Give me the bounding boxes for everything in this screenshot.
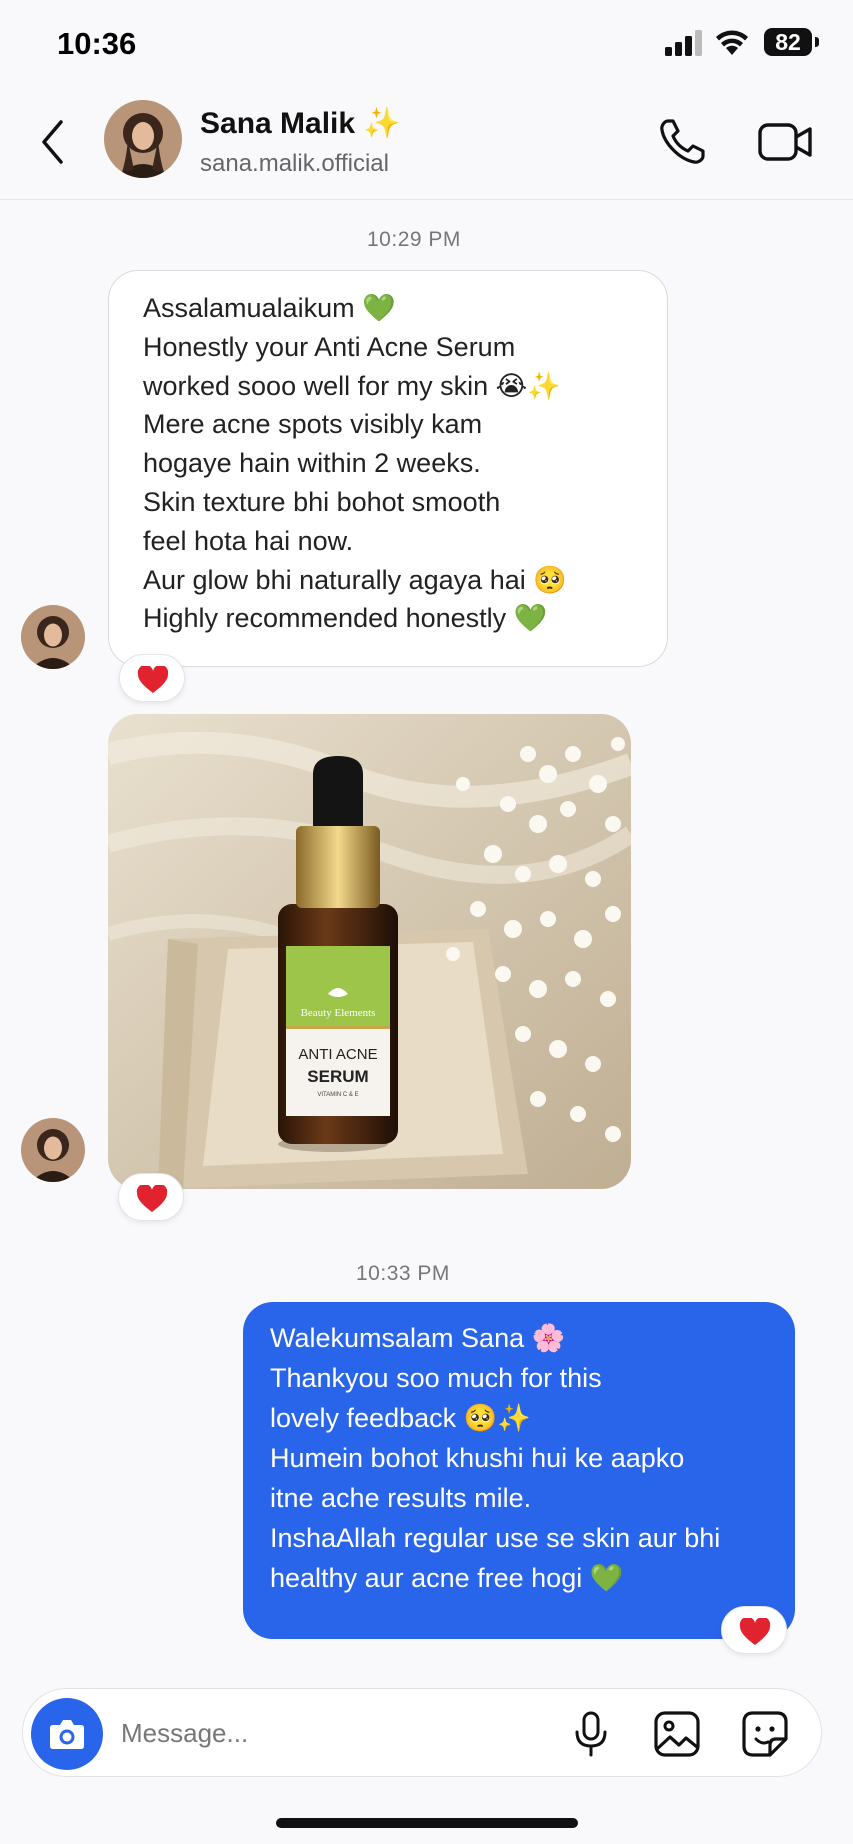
contact-handle: sana.malik.official bbox=[200, 150, 389, 177]
sender-avatar[interactable] bbox=[21, 605, 85, 669]
message-line: Assalamualaikum 💚 bbox=[143, 293, 396, 323]
contact-name[interactable]: Sana Malik ✨ bbox=[200, 106, 401, 141]
camera-icon bbox=[50, 1720, 84, 1749]
message-line: Honestly your Anti Acne Serum bbox=[143, 331, 516, 362]
message-line: healthy aur acne free hogi 💚 bbox=[270, 1563, 624, 1593]
message-line: Aur glow bhi naturally agaya hai 🥺 bbox=[143, 564, 567, 595]
phone-icon[interactable] bbox=[655, 115, 709, 169]
incoming-message-bubble[interactable]: Assalamualaikum 💚 Honestly your Anti Acn… bbox=[108, 270, 668, 667]
message-line: itne ache results mile. bbox=[270, 1483, 532, 1513]
message-line: Mere acne spots visibly kam bbox=[143, 409, 483, 440]
message-line: InshaAllah regular use se skin aur bhi bbox=[270, 1523, 721, 1553]
status-time: 10:36 bbox=[57, 26, 137, 61]
contact-avatar[interactable] bbox=[104, 100, 182, 178]
message-line: Humein bohot khushi hui ke aapko bbox=[270, 1443, 685, 1473]
sender-avatar[interactable] bbox=[21, 1118, 85, 1182]
product-name-line2: SERUM bbox=[307, 1067, 368, 1086]
battery-icon: 82 bbox=[764, 28, 819, 56]
battery-level: 82 bbox=[775, 29, 801, 55]
microphone-icon[interactable] bbox=[566, 1709, 616, 1759]
status-bar: 10:36 82 bbox=[0, 0, 853, 90]
message-line: Walekumsalam Sana 🌸 bbox=[270, 1323, 566, 1353]
camera-button[interactable] bbox=[31, 1698, 103, 1770]
product-photo[interactable]: Beauty Elements ANTI ACNE SERUM VITAMIN … bbox=[108, 714, 631, 1189]
message-line: Thankyou soo much for this bbox=[270, 1363, 602, 1393]
message-line: Skin texture bhi bohot smooth bbox=[143, 486, 501, 517]
chat-header: Sana Malik ✨ sana.malik.official bbox=[0, 90, 853, 200]
home-indicator bbox=[276, 1818, 578, 1828]
product-brand: Beauty Elements bbox=[301, 1007, 376, 1019]
message-timestamp: 10:33 PM bbox=[356, 1262, 450, 1285]
reaction-heart[interactable] bbox=[118, 1173, 184, 1221]
wifi-icon bbox=[716, 30, 748, 55]
message-composer bbox=[22, 1688, 822, 1777]
reaction-heart[interactable] bbox=[721, 1606, 787, 1654]
reaction-heart[interactable] bbox=[119, 654, 185, 702]
video-call-icon[interactable] bbox=[756, 117, 814, 167]
product-name-line3: VITAMIN C & E bbox=[317, 1092, 358, 1098]
product-name-line1: ANTI ACNE bbox=[298, 1046, 377, 1063]
sticker-icon[interactable] bbox=[740, 1709, 790, 1759]
heart-icon bbox=[137, 666, 169, 693]
outgoing-message-bubble[interactable]: Walekumsalam Sana 🌸 Thankyou soo much fo… bbox=[243, 1302, 795, 1639]
message-line: lovely feedback 🥺✨ bbox=[270, 1403, 531, 1433]
cellular-signal-icon bbox=[665, 30, 702, 56]
heart-icon bbox=[136, 1185, 168, 1212]
message-line: worked sooo well for my skin 😭✨ bbox=[143, 370, 561, 401]
message-line: feel hota hai now. bbox=[143, 525, 354, 556]
message-input[interactable] bbox=[121, 1713, 471, 1753]
heart-icon bbox=[739, 1618, 771, 1645]
back-arrow-icon[interactable] bbox=[36, 116, 70, 168]
gallery-icon[interactable] bbox=[652, 1709, 702, 1759]
message-timestamp: 10:29 PM bbox=[367, 228, 461, 251]
message-line: Highly recommended honestly 💚 bbox=[143, 603, 548, 634]
message-line: hogaye hain within 2 weeks. bbox=[143, 448, 481, 479]
